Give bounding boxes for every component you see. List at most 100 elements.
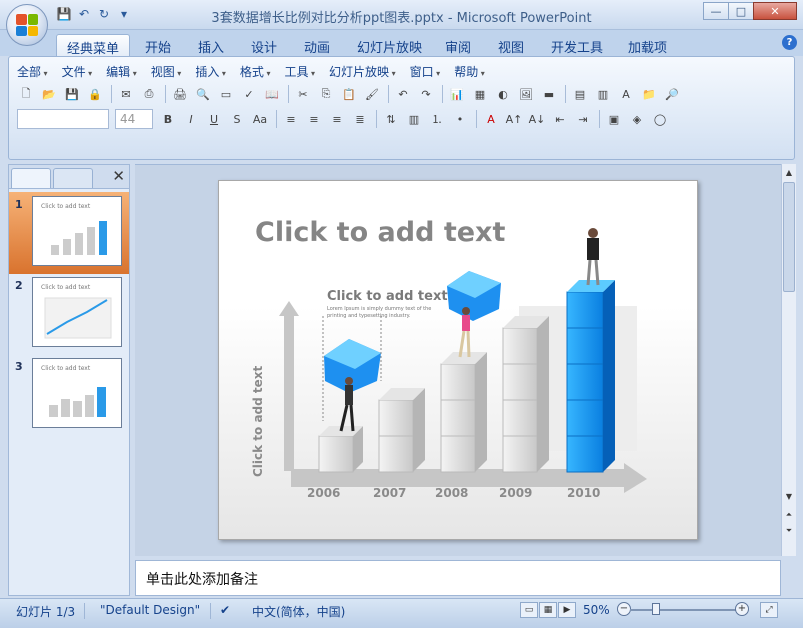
slide-thumbnail-1[interactable]: 1 Click to add text	[9, 192, 129, 274]
current-slide[interactable]: Click to add text Click to add text Lore…	[218, 180, 698, 540]
menu-edit[interactable]: 编辑	[106, 63, 137, 80]
zoom-level[interactable]: 50%	[583, 603, 610, 617]
slideshow-view-icon[interactable]: ▶	[558, 602, 576, 618]
tab-view[interactable]: 视图	[488, 34, 534, 56]
align-center-icon[interactable]: ≡	[305, 110, 323, 128]
menu-view[interactable]: 视图	[151, 63, 182, 80]
menu-window[interactable]: 窗口	[410, 63, 441, 80]
layout-grid-icon[interactable]: ▥	[594, 85, 612, 103]
bold-icon[interactable]: B	[159, 110, 177, 128]
align-right-icon[interactable]: ≡	[328, 110, 346, 128]
format-painter-icon[interactable]: 🖌	[363, 85, 381, 103]
paste-icon[interactable]: 📋	[340, 85, 358, 103]
tab-developer[interactable]: 开发工具	[541, 34, 613, 56]
menu-all[interactable]: 全部	[17, 63, 48, 80]
vertical-scrollbar[interactable]: ▲ ▼ ⏶ ⏷	[781, 164, 796, 556]
columns-icon[interactable]: ▥	[405, 110, 423, 128]
redo-icon[interactable]: ↷	[417, 85, 435, 103]
text-box-icon[interactable]: A	[617, 85, 635, 103]
bullets-icon[interactable]: •	[451, 110, 469, 128]
email-icon[interactable]: ✉	[117, 85, 135, 103]
zoom-slider-thumb[interactable]	[652, 603, 660, 615]
zoom-in-icon[interactable]: +	[735, 602, 749, 616]
layout-icon[interactable]: ▭	[217, 85, 235, 103]
research-icon[interactable]: 📖	[263, 85, 281, 103]
tab-insert[interactable]: 插入	[188, 34, 234, 56]
tab-home[interactable]: 开始	[135, 34, 181, 56]
chart-description[interactable]: Lorem Ipsum is simply dummy text of the …	[327, 306, 437, 320]
decrease-indent-icon[interactable]: ⇤	[551, 110, 569, 128]
spelling-icon[interactable]: ✓	[240, 85, 258, 103]
zoom-icon[interactable]: 🔎	[663, 85, 681, 103]
italic-icon[interactable]: I	[182, 110, 200, 128]
color-grayscale-icon[interactable]: ◐	[494, 85, 512, 103]
change-case-icon[interactable]: Aa	[251, 110, 269, 128]
new-icon[interactable]: 🗋	[17, 85, 35, 103]
chart-icon[interactable]: 📊	[448, 85, 466, 103]
office-button[interactable]	[6, 4, 48, 46]
fit-to-window-icon[interactable]: ⤢	[760, 602, 778, 618]
chart-subtitle[interactable]: Click to add text	[327, 289, 448, 304]
close-pane-icon[interactable]: ✕	[112, 167, 125, 185]
zoom-slider-track[interactable]	[630, 609, 736, 611]
show-formatting-icon[interactable]: 🖼	[517, 85, 535, 103]
language-indicator[interactable]: 中文(简体，中国)	[252, 603, 345, 620]
scroll-thumb[interactable]	[783, 182, 795, 292]
next-slide-icon[interactable]: ⏷	[783, 524, 795, 538]
permission-icon[interactable]: 🔒	[86, 85, 104, 103]
notes-pane[interactable]: 单击此处添加备注	[135, 560, 781, 596]
spelling-check-icon[interactable]: ✔	[220, 603, 230, 617]
scroll-down-icon[interactable]: ▼	[783, 490, 795, 504]
slide-thumbnail-2[interactable]: 2 Click to add text	[9, 273, 129, 355]
theme-icon[interactable]: ◈	[628, 110, 646, 128]
undo-icon[interactable]: ↶	[394, 85, 412, 103]
numbering-icon[interactable]: ⒈	[428, 110, 446, 128]
minimize-button[interactable]: —	[703, 2, 729, 20]
tab-design[interactable]: 设计	[241, 34, 287, 56]
outline-tab[interactable]	[53, 168, 93, 188]
menu-insert[interactable]: 插入	[195, 63, 226, 80]
menu-slideshow[interactable]: 幻灯片放映	[329, 63, 396, 80]
slide-sorter-icon[interactable]: ▦	[539, 602, 557, 618]
menu-help[interactable]: 帮助	[454, 63, 485, 80]
previous-slide-icon[interactable]: ⏶	[783, 508, 795, 522]
help-icon[interactable]: ?	[782, 35, 797, 50]
copy-icon[interactable]: ⎘	[317, 85, 335, 103]
menu-tools[interactable]: 工具	[284, 63, 315, 80]
slides-tab[interactable]	[11, 168, 51, 188]
normal-view-icon[interactable]: ▭	[520, 602, 538, 618]
increase-indent-icon[interactable]: ⇥	[574, 110, 592, 128]
font-name-box[interactable]	[17, 109, 109, 129]
tab-review[interactable]: 审阅	[435, 34, 481, 56]
font-size-box[interactable]: 44	[115, 109, 153, 129]
slide-thumbnail-3[interactable]: 3 Click to add text	[9, 354, 129, 436]
open-icon[interactable]: 📂	[40, 85, 58, 103]
y-axis-label[interactable]: Click to add text	[251, 357, 265, 477]
tab-addins[interactable]: 加载项	[618, 34, 677, 56]
print-preview-icon[interactable]: 🔍	[194, 85, 212, 103]
tab-slideshow[interactable]: 幻灯片放映	[347, 34, 432, 56]
text-direction-icon[interactable]: ⇅	[382, 110, 400, 128]
restore-button[interactable]: □	[728, 2, 754, 20]
print-icon[interactable]: 🖨	[171, 85, 189, 103]
new-slide-icon[interactable]: ▤	[571, 85, 589, 103]
shape-icon[interactable]: ◯	[651, 110, 669, 128]
close-button[interactable]: ✕	[753, 2, 797, 20]
justify-icon[interactable]: ≣	[351, 110, 369, 128]
slide-design-icon[interactable]: ▣	[605, 110, 623, 128]
shadow-icon[interactable]: S	[228, 110, 246, 128]
tab-classic-menu[interactable]: 经典菜单	[56, 34, 131, 57]
tab-animations[interactable]: 动画	[294, 34, 340, 56]
font-color-icon[interactable]: A	[482, 110, 500, 128]
zoom-out-icon[interactable]: −	[617, 602, 631, 616]
underline-icon[interactable]: U	[205, 110, 223, 128]
scroll-up-icon[interactable]: ▲	[783, 166, 795, 180]
folder-icon[interactable]: 📁	[640, 85, 658, 103]
table-icon[interactable]: ▦	[471, 85, 489, 103]
grid-icon[interactable]: ▬	[540, 85, 558, 103]
cut-icon[interactable]: ✂	[294, 85, 312, 103]
menu-file[interactable]: 文件	[62, 63, 93, 80]
grow-font-icon[interactable]: A↑	[505, 110, 523, 128]
publish-icon[interactable]: ⎙	[140, 85, 158, 103]
menu-format[interactable]: 格式	[240, 63, 271, 80]
